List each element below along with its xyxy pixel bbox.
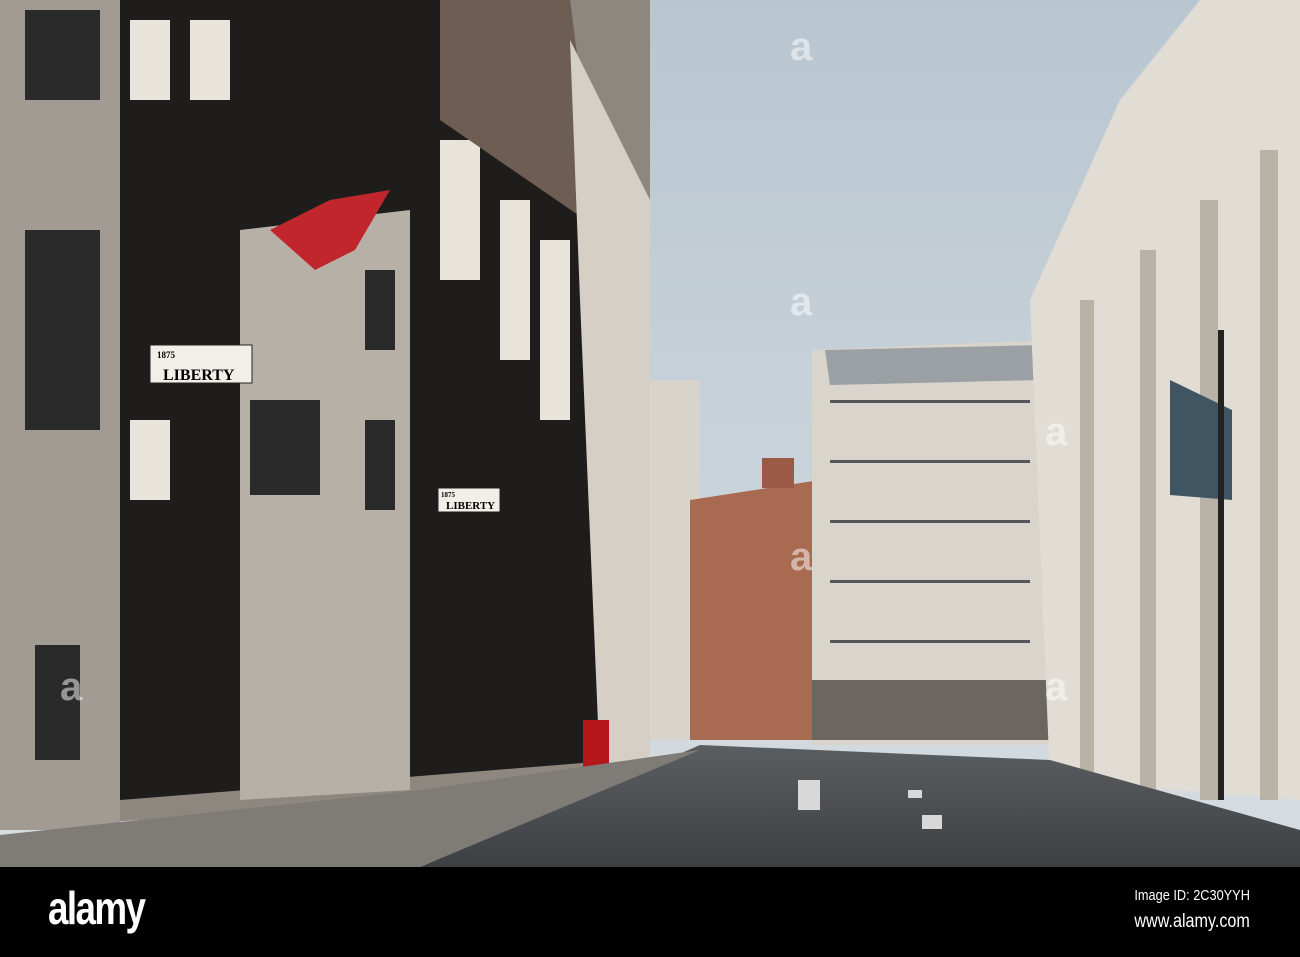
liberty-sign-upper: 1875 LIBERTY [149,344,253,384]
alamy-logo[interactable]: alamy [48,881,146,935]
svg-text:1875: 1875 [441,491,456,499]
svg-text:LIBERTY: LIBERTY [163,367,235,384]
street-lamp [1218,330,1224,800]
street-photo: 1875 LIBERTY 1875 LIBERTY a a a a a a [0,0,1300,867]
svg-text:LIBERTY: LIBERTY [446,500,495,512]
site-url[interactable]: www.alamy.com [1135,911,1250,933]
left-buildings [0,0,650,830]
liberty-sign-lower: 1875 LIBERTY [437,487,501,513]
distant-buildings [622,340,1050,745]
svg-text:a: a [790,25,813,69]
svg-text:a: a [60,665,83,709]
svg-text:a: a [1045,665,1068,709]
svg-text:a: a [790,535,813,579]
svg-text:a: a [1045,410,1068,454]
footer-bar: alamy Image ID: 2C30YYH www.alamy.com [0,867,1300,957]
image-id: Image ID: 2C30YYH [1134,887,1250,904]
svg-text:a: a [790,280,813,324]
svg-text:1875: 1875 [157,350,176,360]
